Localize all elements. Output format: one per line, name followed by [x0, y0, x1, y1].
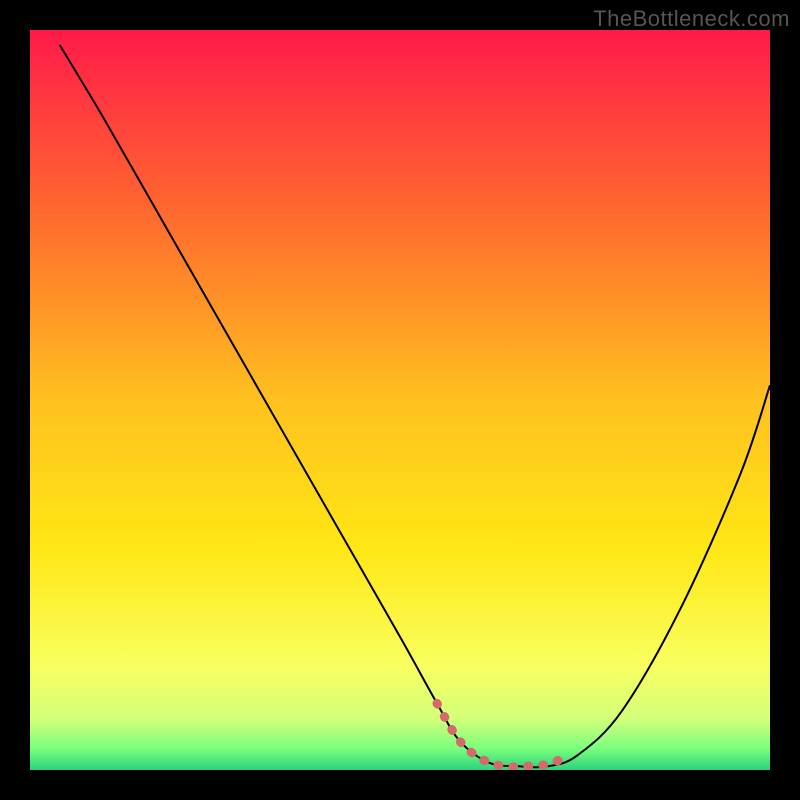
plot-background	[30, 30, 770, 770]
chart-frame: TheBottleneck.com	[0, 0, 800, 800]
watermark-text: TheBottleneck.com	[593, 6, 790, 32]
bottleneck-chart	[0, 0, 800, 800]
